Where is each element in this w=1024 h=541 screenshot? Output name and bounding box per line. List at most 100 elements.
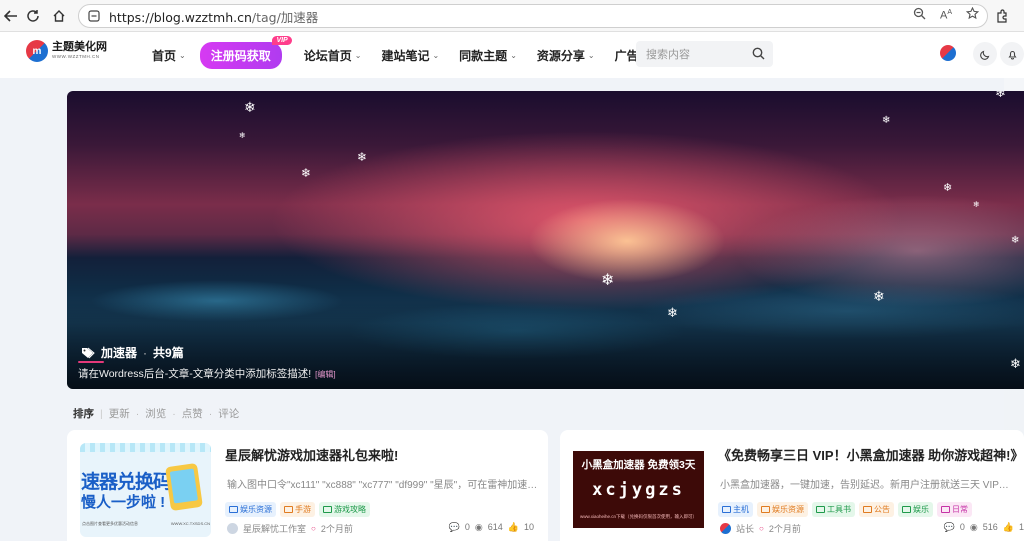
post-tags: 主机 娱乐资源 工具书 公告 娱乐 日常 xyxy=(718,502,972,517)
sort-option-likes[interactable]: 点赞 xyxy=(182,406,203,421)
comment-icon: 💬 xyxy=(448,522,460,532)
sort-option-views[interactable]: 浏览 xyxy=(145,406,166,421)
thumbnail-footer-right: WWW.XC.TXSDS.CN xyxy=(170,521,210,526)
tag-chip-label: 娱乐资源 xyxy=(240,505,272,514)
tag-chip[interactable]: 手游 xyxy=(280,502,315,517)
address-bar[interactable]: https://blog.wzztmh.cn/tag/加速器 AA xyxy=(78,4,988,28)
author-avatar[interactable] xyxy=(720,523,731,534)
sort-option-comments[interactable]: 评论 xyxy=(218,406,239,421)
separator-dot: · xyxy=(135,407,140,420)
menu-item-notes[interactable]: 建站笔记 ⌄ xyxy=(381,47,439,64)
like-count: 1 xyxy=(1018,522,1024,532)
menu-item-themes[interactable]: 同款主题 ⌄ xyxy=(459,47,517,64)
post-meta: 星辰解忧工作室 ○ 2个月前 xyxy=(227,522,353,535)
tag-chip-label: 游戏攻略 xyxy=(334,505,366,514)
sort-option-update[interactable]: 更新 xyxy=(109,406,130,421)
post-card[interactable]: 速器兑换码 慢人一步啦 ! 点击图片查看更多优惠活动信息 WWW.XC.TXSD… xyxy=(67,430,548,541)
url-host: https://blog.wzztmh.cn xyxy=(109,9,252,25)
folder-icon xyxy=(761,506,770,513)
tag-chip-label: 手游 xyxy=(295,505,311,514)
post-thumbnail[interactable]: 速器兑换码 慢人一步啦 ! 点击图片查看更多优惠活动信息 WWW.XC.TXSD… xyxy=(80,443,211,537)
phone-illustration-icon xyxy=(165,462,203,512)
post-time: 2个月前 xyxy=(768,524,801,534)
author-name[interactable]: 站长 xyxy=(736,522,754,535)
thumbnail-footer: www.xiaoheihe.cn下载（兑换码仅限首次使用，输入即可） xyxy=(579,514,698,519)
sort-bar: 排序 | 更新 · 浏览 · 点赞 · 评论 xyxy=(73,406,239,421)
url-path: /tag/加速器 xyxy=(251,9,319,25)
chevron-down-icon: ⌄ xyxy=(354,50,362,60)
thumbnail-footer-left: 点击图片查看更多优惠活动信息 xyxy=(82,521,138,526)
browser-toolbar: https://blog.wzztmh.cn/tag/加速器 AA xyxy=(0,0,1024,32)
address-bar-actions: AA xyxy=(913,6,980,23)
logo-text: 主题美化网 xyxy=(52,41,107,54)
comment-count: 0 xyxy=(959,522,965,532)
chevron-down-icon: ⌄ xyxy=(587,50,595,60)
tag-chip[interactable]: 主机 xyxy=(718,502,753,517)
post-count: 共9篇 xyxy=(153,346,184,360)
moon-icon xyxy=(979,50,989,60)
post-title[interactable]: 星辰解忧游戏加速器礼包来啦! xyxy=(225,445,398,464)
logo-subtext: WWW.WZZTMH.CN xyxy=(52,54,100,60)
tag-heading: 加速器 · 共9篇 xyxy=(81,344,184,361)
read-aloud-icon[interactable]: AA xyxy=(940,9,952,22)
search-box[interactable]: 搜索内容 xyxy=(636,41,773,67)
user-avatar[interactable] xyxy=(940,45,956,61)
edit-link[interactable]: [编辑] xyxy=(315,370,335,379)
tag-chip[interactable]: 日常 xyxy=(937,502,972,517)
dark-mode-toggle[interactable] xyxy=(973,42,997,66)
post-thumbnail[interactable]: 小黑盒加速器 免费领3天 xcjygzs www.xiaoheihe.cn下载（… xyxy=(573,451,704,528)
register-code-button[interactable]: 注册码获取 VIP xyxy=(199,35,292,69)
comment-count: 0 xyxy=(464,522,470,532)
thumbnail-stripe xyxy=(80,443,211,452)
reload-icon[interactable] xyxy=(22,5,44,27)
tag-banner: ❄ ❄ ❄ ❄ ❄ ❄ ❄ ❄ ❄ ❄ ❄ ❄ ❄ 加速器 · 共9篇 请在Wo… xyxy=(67,91,1024,389)
menu-item-forum[interactable]: 论坛首页 ⌄ xyxy=(304,47,362,64)
divider: | xyxy=(100,407,103,420)
folder-icon xyxy=(816,506,825,513)
author-avatar[interactable] xyxy=(227,523,238,534)
bell-icon xyxy=(1007,50,1017,60)
favorite-star-icon[interactable] xyxy=(965,6,980,23)
register-button-label: 注册码获取 xyxy=(210,48,271,63)
thumbnail-subheadline: 慢人一步啦 ! xyxy=(81,494,166,511)
tag-chip-label: 主机 xyxy=(733,505,749,514)
eye-icon: ◉ xyxy=(969,522,978,532)
search-icon[interactable] xyxy=(752,47,765,63)
site-logo[interactable]: m 主题美化网 WWW.WZZTMH.CN xyxy=(26,40,107,62)
home-icon[interactable] xyxy=(48,5,70,27)
separator-dot: · xyxy=(143,345,148,360)
notification-button[interactable] xyxy=(1000,42,1024,66)
author-name[interactable]: 星辰解忧工作室 xyxy=(243,522,306,535)
extensions-icon[interactable] xyxy=(992,6,1012,26)
post-meta: 站长 ○ 2个月前 xyxy=(720,522,801,535)
menu-item-resources[interactable]: 资源分享 ⌄ xyxy=(537,47,595,64)
snowflake-icon: ❄ xyxy=(882,115,891,126)
tag-chip[interactable]: 公告 xyxy=(859,502,894,517)
post-card[interactable]: 小黑盒加速器 免费领3天 xcjygzs www.xiaoheihe.cn下载（… xyxy=(560,430,1024,541)
chevron-down-icon: ⌄ xyxy=(179,50,186,60)
menu-item-home[interactable]: 首页 ⌄ xyxy=(152,47,186,64)
tag-chip[interactable]: 工具书 xyxy=(812,502,855,517)
tag-description: 请在Wordress后台-文章-文章分类中添加标签描述! [编辑] xyxy=(78,366,336,381)
comment-icon: 💬 xyxy=(943,522,955,532)
snowflake-icon: ❄ xyxy=(667,305,678,320)
tag-chip-label: 工具书 xyxy=(827,505,851,514)
folder-icon xyxy=(229,506,238,513)
zoom-icon[interactable] xyxy=(913,7,926,23)
snowflake-icon: ❄ xyxy=(973,200,980,209)
tag-chip[interactable]: 游戏攻略 xyxy=(319,502,370,517)
site-info-icon[interactable] xyxy=(87,9,101,23)
post-title[interactable]: 《免费畅享三日 VIP！小黑盒加速器 助你游戏超神!》 xyxy=(718,445,1024,464)
snowflake-icon: ❄ xyxy=(1011,235,1020,246)
snowflake-icon: ❄ xyxy=(301,166,312,180)
back-icon[interactable] xyxy=(0,5,22,27)
snowflake-icon: ❄ xyxy=(943,182,953,194)
thumbnail-footer: 点击图片查看更多优惠活动信息 WWW.XC.TXSDS.CN xyxy=(82,521,210,527)
chevron-down-icon: ⌄ xyxy=(510,50,517,60)
tag-chip[interactable]: 娱乐资源 xyxy=(225,502,276,517)
snowflake-icon: ❄ xyxy=(357,150,368,164)
folder-icon xyxy=(722,506,731,513)
site-header: m 主题美化网 WWW.WZZTMH.CN 首页 ⌄ 注册码获取 VIP 论坛首页 ⌄… xyxy=(0,32,1024,78)
tag-chip[interactable]: 娱乐资源 xyxy=(757,502,808,517)
tag-chip[interactable]: 娱乐 xyxy=(898,502,933,517)
